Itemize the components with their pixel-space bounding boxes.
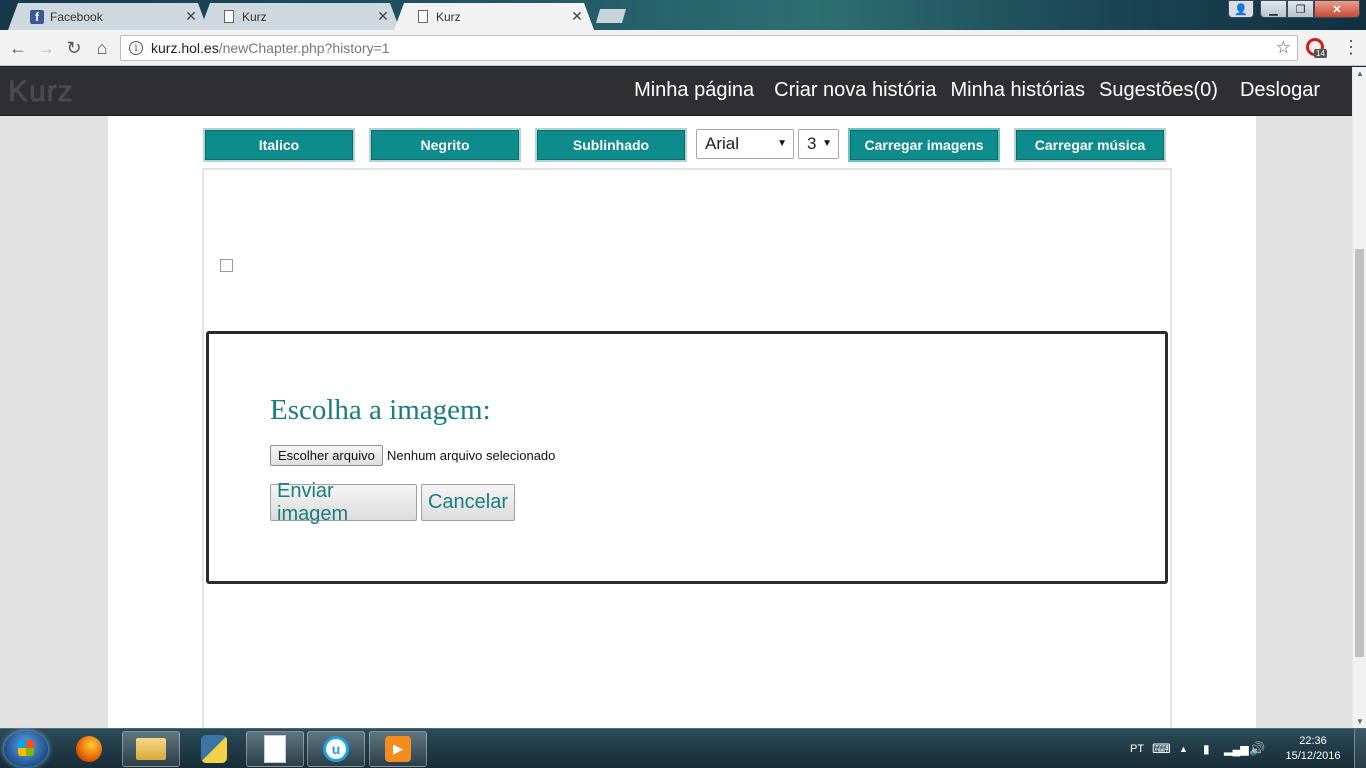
info-icon[interactable]: i <box>129 41 143 55</box>
media-player-icon: ▶ <box>385 736 411 762</box>
minimize-button[interactable]: ▁ <box>1260 0 1287 18</box>
taskbar-explorer[interactable] <box>122 731 180 767</box>
home-icon[interactable]: ⌂ <box>90 36 114 60</box>
scrollbar-thumb[interactable] <box>1355 249 1364 657</box>
volume-icon[interactable]: 🔊 <box>1249 729 1265 768</box>
tab-title: Kurz <box>436 9 461 24</box>
menu-icon[interactable]: ⋮ <box>1342 38 1360 56</box>
page-icon <box>224 10 234 23</box>
language-indicator[interactable]: PT <box>1130 729 1144 768</box>
clock-date: 15/12/2016 <box>1285 750 1341 762</box>
file-status-text: Nenhum arquivo selecionado <box>387 448 556 463</box>
reload-icon[interactable]: ↻ <box>62 36 86 60</box>
choose-file-button[interactable]: Escolher arquivo <box>270 445 383 466</box>
notepad-icon <box>264 735 286 763</box>
underline-button[interactable]: Sublinhado <box>535 128 687 162</box>
facebook-icon: f <box>30 10 44 24</box>
tab-kurz-active[interactable]: Kurz ✕ <box>394 3 594 30</box>
close-window-button[interactable]: ✕ <box>1314 0 1360 18</box>
windows-taskbar: u ▶ PT ⌨ ▲ ▮ ▂▄▆ 🔊 22:36 15/12/2016 <box>0 728 1366 768</box>
vertical-scrollbar[interactable]: ▲ ▼ <box>1352 67 1366 728</box>
url-path: /newChapter.php?history=1 <box>218 40 390 56</box>
taskbar-u-app[interactable]: u <box>307 731 365 767</box>
dropdown-arrow-icon: ▼ <box>777 138 787 149</box>
clock[interactable]: 22:36 15/12/2016 <box>1282 734 1344 764</box>
show-hidden-icons-icon[interactable]: ▲ <box>1179 729 1188 768</box>
tab-title: Kurz <box>242 9 267 24</box>
taskbar-media-player[interactable]: ▶ <box>369 731 427 767</box>
font-size-value: 3 <box>807 134 817 153</box>
dialog-title: Escolha a imagem: <box>270 394 491 426</box>
start-button[interactable] <box>4 731 48 767</box>
nav-my-stories[interactable]: Minha histórias <box>950 79 1085 102</box>
font-family-value: Arial <box>705 134 740 153</box>
close-icon[interactable]: ✕ <box>376 8 390 25</box>
tab-facebook[interactable]: f Facebook ✕ <box>8 3 208 30</box>
bold-button[interactable]: Negrito <box>369 128 521 162</box>
cancel-button[interactable]: Cancelar <box>421 484 515 521</box>
nav-logout[interactable]: Deslogar <box>1240 79 1320 102</box>
url-host: kurz.hol.es <box>151 40 219 56</box>
battery-icon[interactable]: ▮ <box>1203 729 1210 768</box>
browser-tab-strip: f Facebook ✕ Kurz ✕ Kurz ✕ 👤 ▁ ❐ ✕ <box>0 0 1366 30</box>
tab-kurz-1[interactable]: Kurz ✕ <box>200 3 400 30</box>
show-desktop-button[interactable] <box>1354 729 1366 768</box>
nav-suggestions[interactable]: Sugestões(0) <box>1099 79 1218 102</box>
windows-logo-icon <box>18 740 34 756</box>
taskbar-firefox[interactable] <box>60 731 118 767</box>
extension-badge: 14 <box>1314 49 1327 58</box>
text-editor[interactable]: Escolha a imagem: Escolher arquivo Nenhu… <box>202 168 1172 728</box>
close-icon[interactable]: ✕ <box>184 8 198 25</box>
font-family-select[interactable]: Arial ▼ <box>696 129 794 159</box>
close-icon[interactable]: ✕ <box>570 8 584 25</box>
page-icon <box>418 10 428 23</box>
maximize-button[interactable]: ❐ <box>1287 0 1314 18</box>
site-nav: Minha página Criar nova história Minha h… <box>614 79 1320 102</box>
main-content: Italico Negrito Sublinhado Arial ▼ 3 ▼ C… <box>108 116 1256 728</box>
u-app-icon: u <box>323 736 349 762</box>
nav-my-page[interactable]: Minha página <box>634 79 754 102</box>
nav-new-story[interactable]: Criar nova história <box>774 79 936 102</box>
bookmark-star-icon[interactable]: ☆ <box>1276 38 1291 58</box>
keyboard-icon[interactable]: ⌨ <box>1152 729 1171 768</box>
site-logo[interactable]: Kurz <box>8 75 74 109</box>
firefox-icon <box>76 736 102 762</box>
taskbar-notepad[interactable] <box>246 731 304 767</box>
dropdown-arrow-icon: ▼ <box>822 138 832 149</box>
clock-time: 22:36 <box>1299 735 1327 747</box>
page-viewport: Kurz Minha página Criar nova história Mi… <box>0 67 1352 728</box>
tab-title: Facebook <box>50 9 103 24</box>
folder-icon <box>136 738 166 760</box>
network-signal-icon[interactable]: ▂▄▆ <box>1224 729 1249 768</box>
send-image-button[interactable]: Enviar imagem <box>270 480 417 525</box>
font-size-select[interactable]: 3 ▼ <box>798 129 839 159</box>
upload-images-button[interactable]: Carregar imagens <box>848 128 1000 162</box>
broken-image-icon <box>220 259 233 272</box>
image-upload-dialog: Escolha a imagem: Escolher arquivo Nenhu… <box>206 331 1168 584</box>
taskbar-python[interactable] <box>185 731 243 767</box>
new-tab-button[interactable] <box>596 9 626 23</box>
python-icon <box>201 735 227 763</box>
back-arrow-icon[interactable]: ← <box>6 36 30 60</box>
scroll-down-arrow-icon[interactable]: ▼ <box>1356 717 1364 726</box>
upload-music-button[interactable]: Carregar música <box>1014 128 1166 162</box>
italic-button[interactable]: Italico <box>203 128 355 162</box>
site-header: Kurz Minha página Criar nova história Mi… <box>0 67 1352 116</box>
user-icon[interactable]: 👤 <box>1228 0 1254 18</box>
forward-arrow-icon[interactable]: → <box>34 36 58 60</box>
address-bar[interactable]: i kurz.hol.es/newChapter.php?history=1 ☆ <box>120 35 1298 61</box>
browser-toolbar: ← → ↻ ⌂ i kurz.hol.es/newChapter.php?his… <box>0 30 1366 66</box>
scroll-up-arrow-icon[interactable]: ▲ <box>1356 69 1364 78</box>
